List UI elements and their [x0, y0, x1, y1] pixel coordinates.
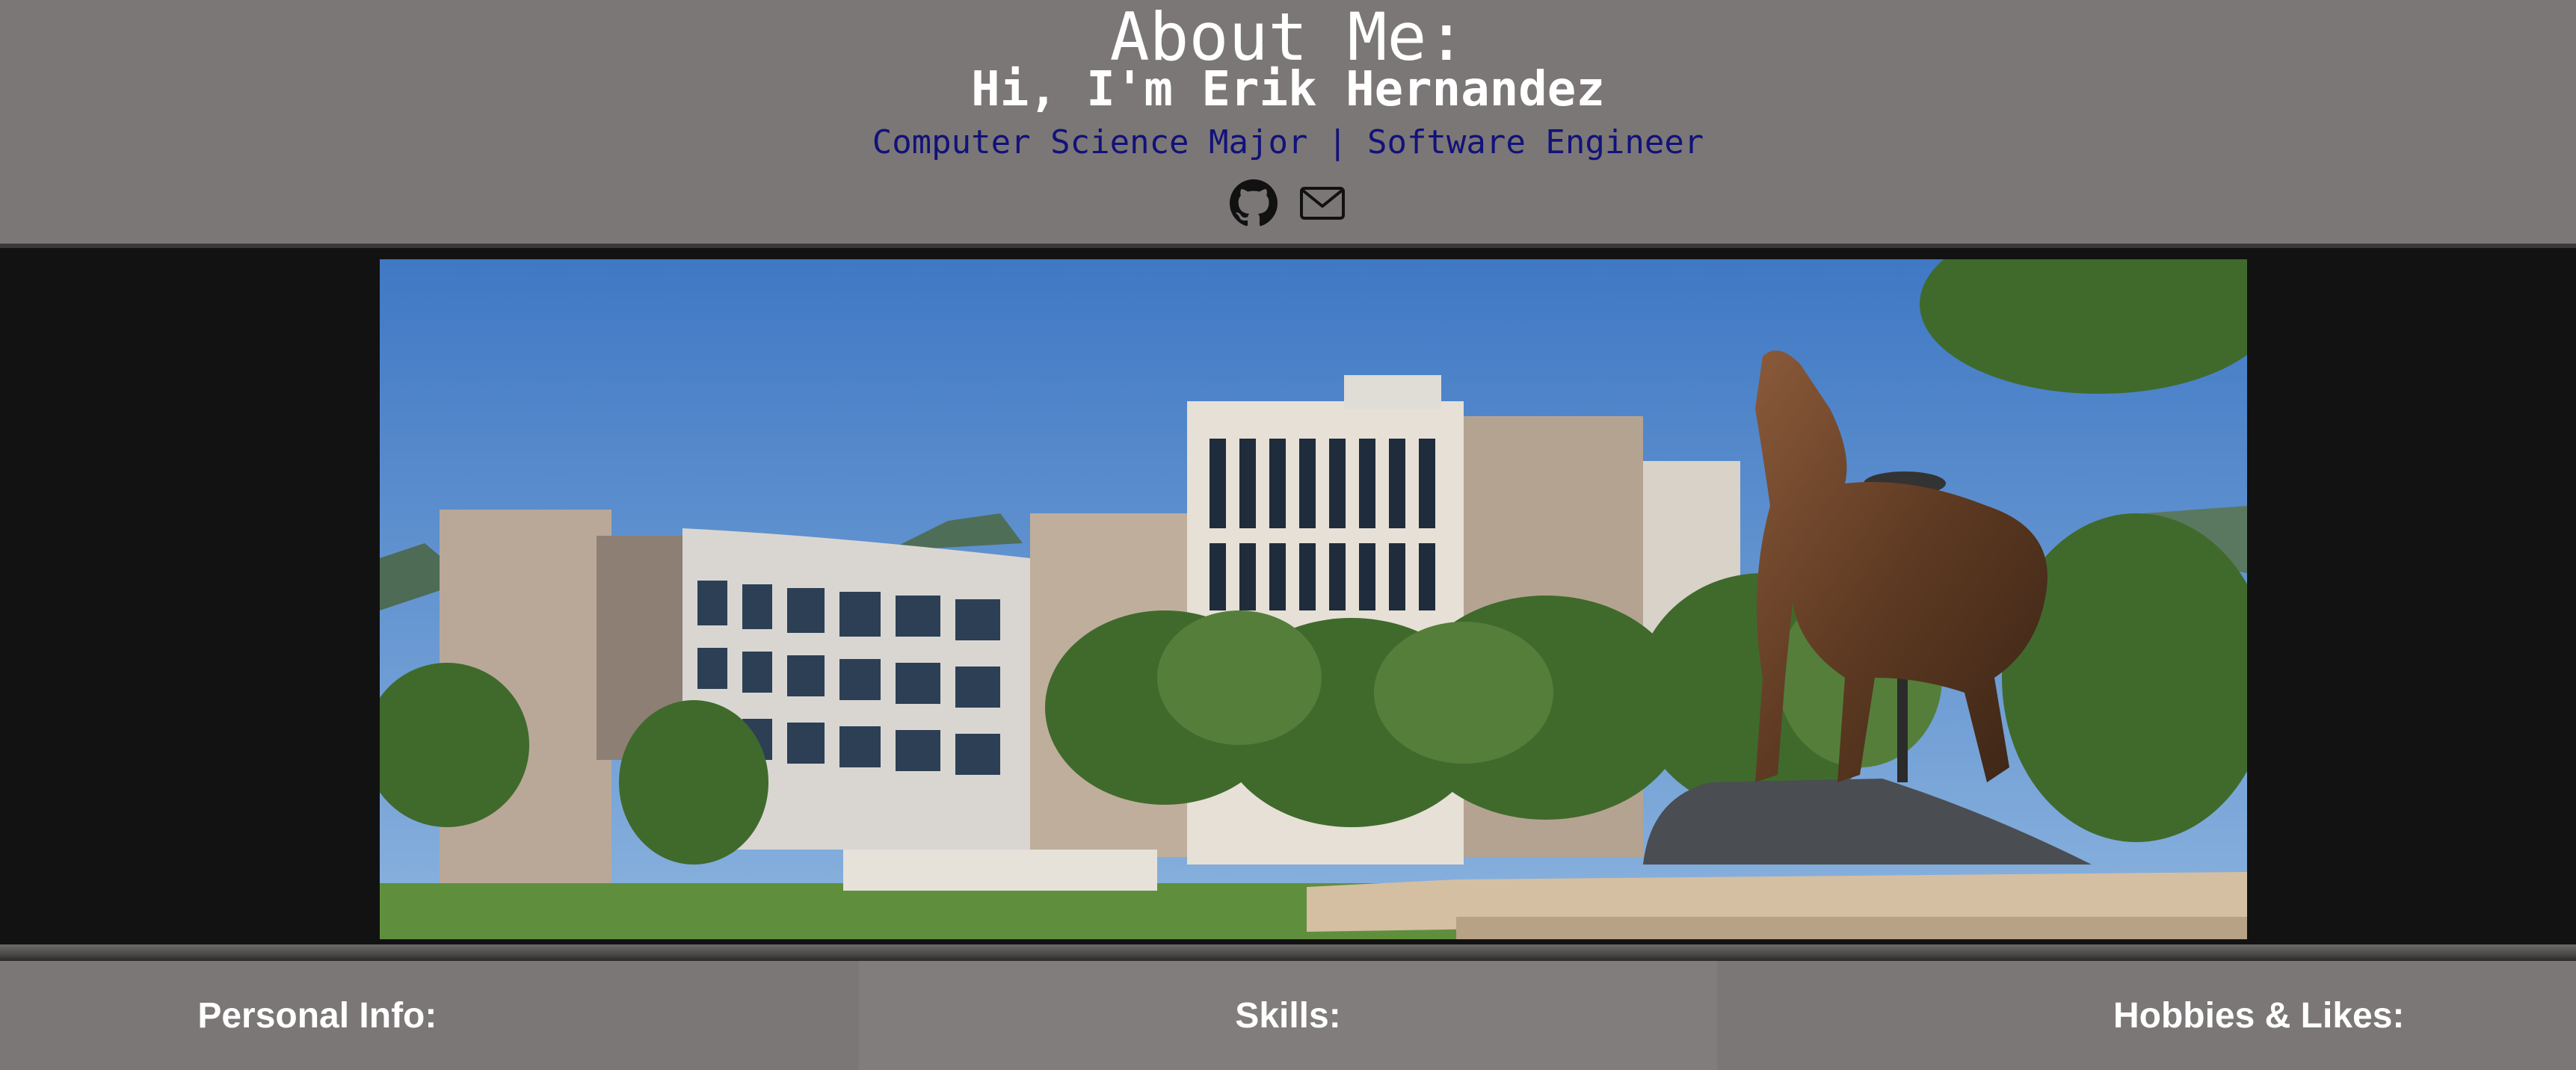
campus-photo: [380, 259, 2247, 939]
footer-divider: [0, 944, 2576, 961]
social-links: [0, 179, 2576, 232]
nav-skills-label: Skills:: [1235, 995, 1341, 1036]
email-link[interactable]: [1298, 179, 1346, 227]
nav-skills[interactable]: Skills:: [858, 961, 1718, 1070]
greeting-heading: Hi, I'm Erik Hernandez: [971, 62, 1605, 117]
profile-header: About Me: Hi, I'm Erik Hernandez Compute…: [0, 0, 2576, 244]
subtitle-text: Computer Science Major | Software Engine…: [872, 123, 1704, 161]
github-link[interactable]: [1230, 179, 1278, 227]
nav-personal-info[interactable]: Personal Info:: [0, 961, 859, 1070]
hero-section: [0, 248, 2576, 944]
section-nav: Personal Info: Skills: Hobbies & Likes:: [0, 961, 2576, 1070]
nav-hobbies-label: Hobbies & Likes:: [2113, 995, 2405, 1036]
github-icon: [1230, 179, 1278, 226]
nav-personal-info-label: Personal Info:: [197, 995, 437, 1036]
nav-hobbies[interactable]: Hobbies & Likes:: [1717, 961, 2576, 1070]
mail-icon: [1300, 187, 1345, 220]
